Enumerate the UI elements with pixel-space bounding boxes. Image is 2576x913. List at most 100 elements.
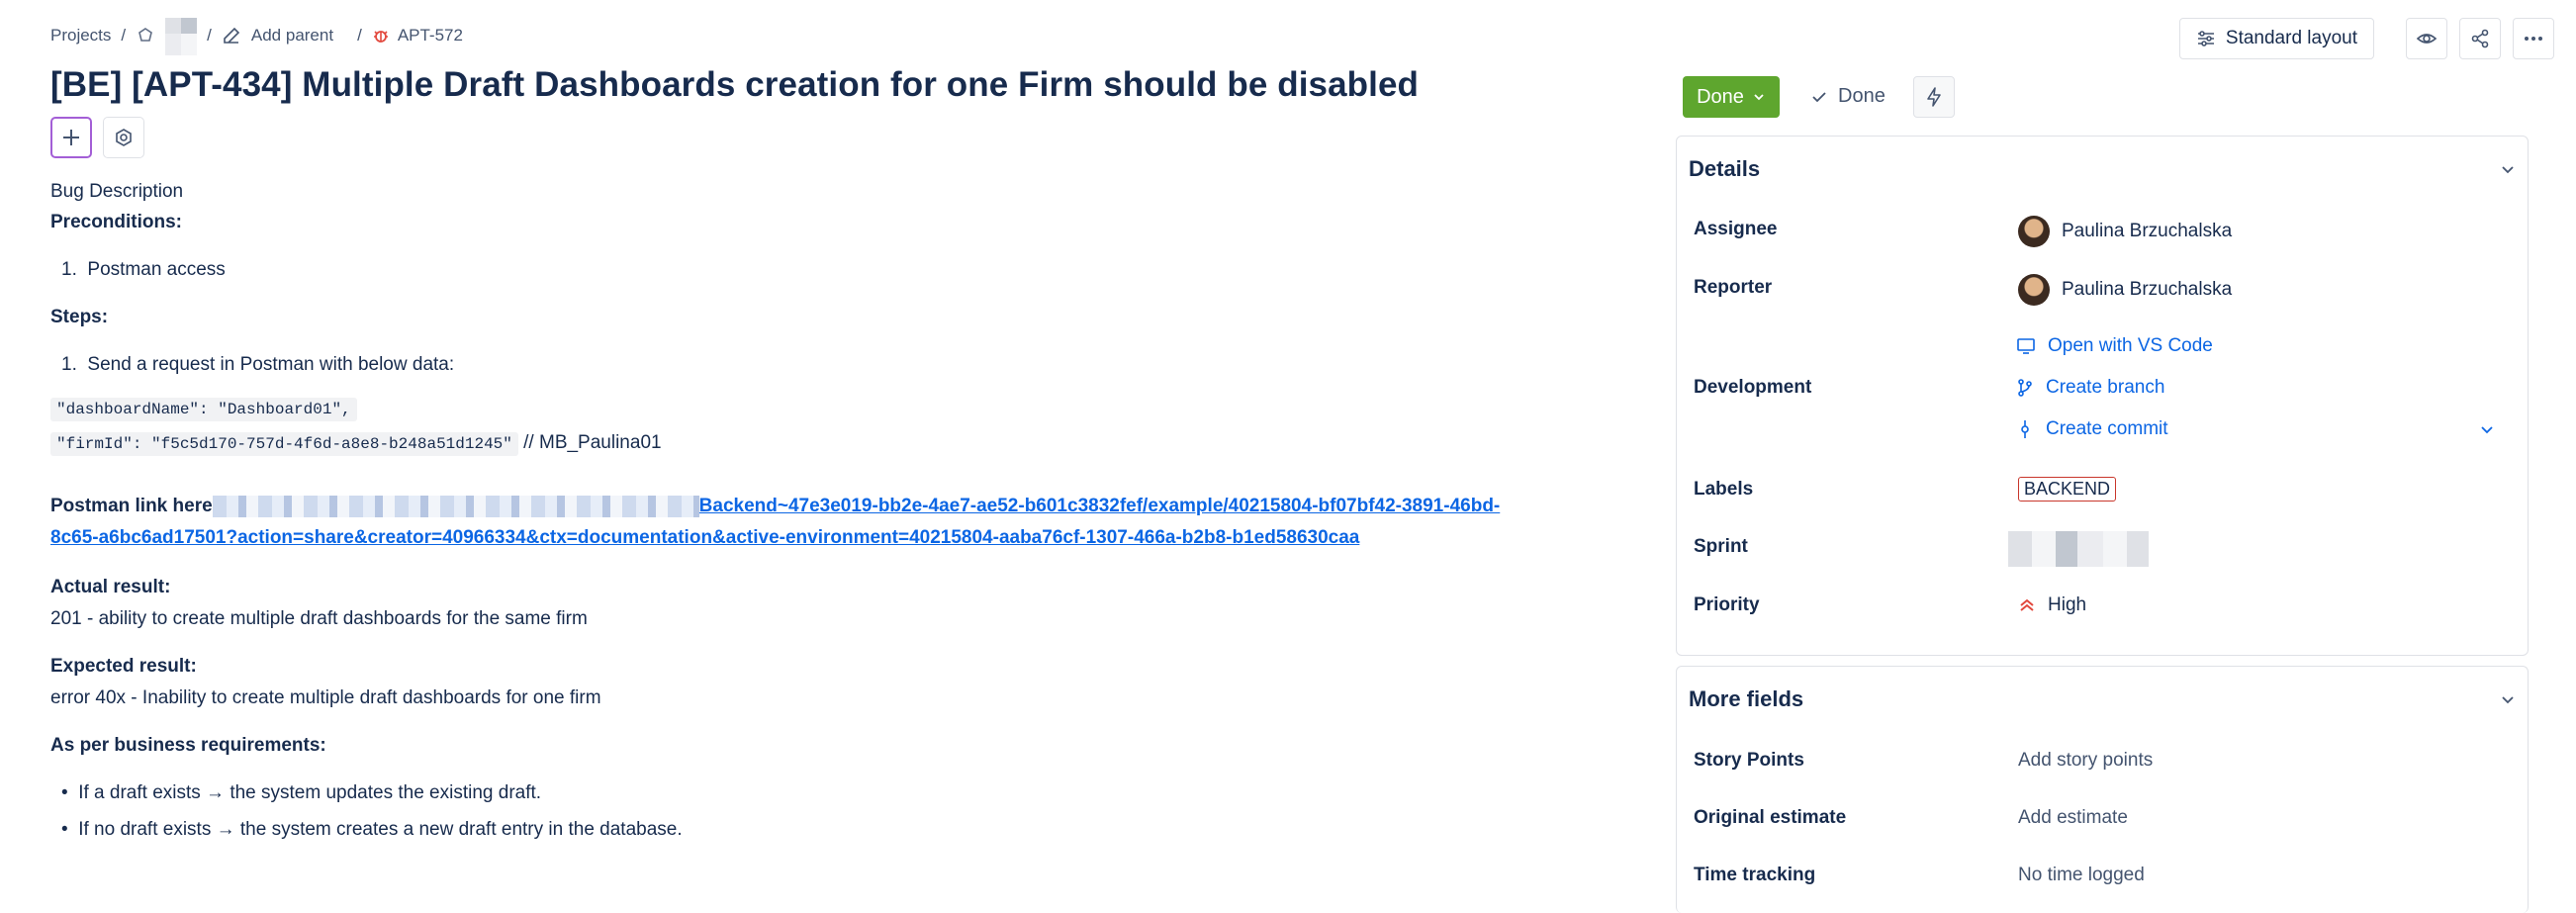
assignee-label: Assignee — [1694, 219, 1778, 239]
layout-label: Standard layout — [2225, 28, 2357, 48]
chevron-down-icon — [2502, 696, 2514, 704]
project-avatar[interactable] — [165, 18, 198, 55]
code-block-line-1: "dashboardName": "Dashboard01", — [50, 398, 357, 421]
assignee-name: Paulina Brzuchalska — [2062, 221, 2233, 241]
chevron-down-icon — [2481, 426, 2493, 434]
business-requirements-heading: As per business requirements: — [50, 735, 326, 756]
gear-icon — [116, 129, 132, 146]
development-expand[interactable] — [2479, 421, 2495, 442]
priority-label: Priority — [1694, 594, 1760, 615]
original-estimate-field[interactable]: Add estimate — [2018, 807, 2128, 829]
share-icon — [2471, 29, 2489, 48]
apps-button[interactable] — [103, 117, 144, 158]
project-icon[interactable] — [136, 26, 155, 46]
priority-high-icon — [2020, 598, 2034, 611]
watch-button[interactable] — [2406, 18, 2447, 59]
status-button[interactable]: Done — [1683, 76, 1780, 118]
list-item: • If no draft exists → the system create… — [61, 819, 683, 840]
resolution-label: Done — [1838, 85, 1886, 107]
bug-description-label: Bug Description — [50, 181, 184, 202]
redacted-sprint — [2008, 531, 2149, 567]
breadcrumb-separator: / — [121, 26, 127, 45]
expected-result-heading: Expected result: — [50, 656, 197, 677]
labels-label: Labels — [1694, 479, 1754, 500]
sliders-icon — [2197, 31, 2214, 46]
open-vscode-label: Open with VS Code — [2048, 335, 2213, 356]
list-item: • If a draft exists → the system updates… — [61, 782, 542, 803]
more-fields-header[interactable]: More fields — [1677, 667, 2528, 732]
code-line: "firmId": "f5c5d170-757d-4f6d-a8e8-b248a… — [50, 432, 518, 456]
steps-heading: Steps: — [50, 307, 109, 327]
actual-result-text: 201 - ability to create multiple draft d… — [50, 608, 588, 629]
page-title[interactable]: [BE] [APT-434] Multiple Draft Dashboards… — [50, 65, 1419, 105]
layout-button[interactable]: Standard layout — [2178, 18, 2374, 59]
issue-toolbar: Standard layout — [2178, 18, 2554, 59]
time-tracking-field[interactable]: No time logged — [2018, 865, 2145, 886]
add-parent-button[interactable]: Add parent — [222, 26, 333, 46]
more-actions-button[interactable] — [2513, 18, 2554, 59]
labels-field[interactable]: BACKEND — [2018, 477, 2117, 502]
add-button[interactable] — [50, 117, 92, 158]
plus-icon — [63, 130, 79, 145]
breadcrumb-separator: / — [207, 26, 212, 45]
more-fields-heading: More fields — [1689, 686, 1804, 711]
create-commit-link[interactable]: Create commit — [2016, 418, 2168, 440]
label-chip[interactable]: BACKEND — [2018, 477, 2117, 502]
postman-link-paragraph: Postman link here Backend~47e3e019-bb2e-4… — [50, 496, 1594, 517]
postman-link[interactable]: 8c65-a6bc6ad17501?action=share&creator=4… — [50, 527, 1359, 548]
reporter-field[interactable]: Paulina Brzuchalska — [2018, 274, 2232, 306]
redacted-link-segment — [212, 496, 699, 517]
branch-icon — [2018, 379, 2032, 397]
create-branch-link[interactable]: Create branch — [2016, 377, 2164, 399]
chevron-down-icon — [1754, 94, 1764, 101]
automation-button[interactable] — [1913, 76, 1955, 118]
code-block-line-2: "firmId": "f5c5d170-757d-4f6d-a8e8-b248a… — [50, 432, 662, 456]
add-parent-label: Add parent — [250, 26, 334, 45]
code-line: "dashboardName": "Dashboard01", — [50, 398, 357, 421]
share-button[interactable] — [2459, 18, 2501, 59]
lightning-icon — [1927, 87, 1941, 107]
eye-icon — [2416, 34, 2438, 44]
issue-key-link[interactable]: APT-572 — [372, 26, 463, 46]
resolution: Done — [1810, 85, 1886, 108]
code-comment: // MB_Paulina01 — [517, 432, 662, 453]
list-item: 1. Postman access — [61, 259, 226, 280]
monitor-icon — [2017, 338, 2035, 354]
status-label: Done — [1697, 85, 1744, 108]
original-estimate-label: Original estimate — [1694, 807, 1847, 828]
development-label: Development — [1694, 377, 1812, 398]
expected-result-text: error 40x - Inability to create multiple… — [50, 687, 601, 708]
list-item: 1. Send a request in Postman with below … — [61, 354, 455, 375]
reporter-name: Paulina Brzuchalska — [2062, 279, 2233, 300]
business-item-text: If a draft exists → the system updates t… — [78, 782, 542, 803]
breadcrumb-projects[interactable]: Projects — [50, 26, 111, 46]
avatar — [2018, 274, 2050, 306]
bug-icon — [373, 31, 388, 43]
reporter-label: Reporter — [1694, 277, 1773, 298]
precondition-text: Postman access — [87, 259, 226, 280]
breadcrumb-separator: / — [357, 26, 362, 45]
avatar — [2018, 216, 2050, 247]
assignee-field[interactable]: Paulina Brzuchalska — [2018, 216, 2232, 247]
priority-value: High — [2048, 594, 2087, 615]
issue-key: APT-572 — [397, 26, 463, 45]
create-branch-label: Create branch — [2046, 377, 2165, 398]
postman-link-line-2: 8c65-a6bc6ad17501?action=share&creator=4… — [50, 527, 1359, 549]
actual-result-heading: Actual result: — [50, 577, 171, 597]
postman-link[interactable]: Backend~47e3e019-bb2e-4ae7-ae52-b601c383… — [699, 496, 1501, 516]
step-text: Send a request in Postman with below dat… — [87, 354, 455, 375]
sprint-field[interactable] — [2008, 531, 2149, 567]
more-icon — [2525, 37, 2542, 41]
time-tracking-label: Time tracking — [1694, 865, 1816, 885]
create-commit-label: Create commit — [2046, 418, 2168, 439]
priority-field[interactable]: High — [2018, 594, 2086, 616]
story-points-field[interactable]: Add story points — [2018, 750, 2153, 772]
check-icon — [1812, 91, 1826, 102]
edit-icon — [224, 27, 240, 44]
preconditions-heading: Preconditions: — [50, 212, 183, 232]
chevron-down-icon — [2502, 166, 2514, 174]
open-vscode-link[interactable]: Open with VS Code — [2016, 335, 2213, 357]
details-heading: Details — [1689, 156, 1761, 181]
business-item-text: If no draft exists → the system creates … — [78, 819, 683, 840]
details-header[interactable]: Details — [1677, 137, 2528, 202]
